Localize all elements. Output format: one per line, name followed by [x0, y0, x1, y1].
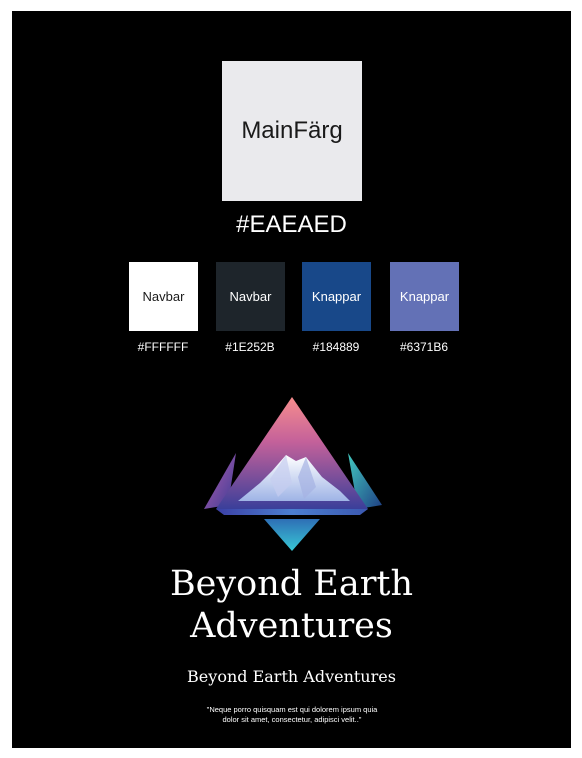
main-color-hex: #EAEAED: [236, 211, 347, 238]
palette-swatch-knappar-blue: Knappar: [302, 262, 371, 331]
quote-line2: dolor sit amet, consectetur, adipisci ve…: [222, 715, 362, 724]
palette-hex: #1E252B: [225, 340, 275, 354]
palette-swatch-navbar-dark: Navbar: [216, 262, 285, 331]
palette-swatch-label: Navbar: [229, 289, 272, 304]
brand-subtitle: Beyond Earth Adventures: [187, 667, 396, 686]
palette-swatch-knappar-violet: Knappar: [390, 262, 459, 331]
palette-hex: #6371B6: [399, 340, 449, 354]
quote-line1: "Neque porro quisquam est qui dolorem ip…: [206, 705, 378, 714]
brand-title: Beyond Earth Adventures: [12, 563, 571, 647]
palette-swatch-label: Navbar: [142, 289, 185, 304]
brand-title-line2: Adventures: [190, 606, 393, 646]
palette-swatch-label: Knappar: [311, 289, 362, 304]
brand-title-line1: Beyond Earth: [169, 564, 414, 604]
style-guide-canvas: MainFärg #EAEAED Navbar Navbar Knappar K…: [12, 11, 571, 748]
main-color-swatch: MainFärg: [222, 61, 362, 201]
palette-swatch-navbar-white: Navbar: [129, 262, 198, 331]
palette-hex: #FFFFFF: [137, 340, 189, 354]
palette-swatch-label: Knappar: [399, 289, 450, 304]
palette-hex: #184889: [312, 340, 360, 354]
brand-quote: "Neque porro quisquam est qui dolorem ip…: [172, 705, 412, 725]
main-color-label: MainFärg: [241, 117, 343, 144]
mountain-triangle-logo-icon: [204, 397, 382, 551]
